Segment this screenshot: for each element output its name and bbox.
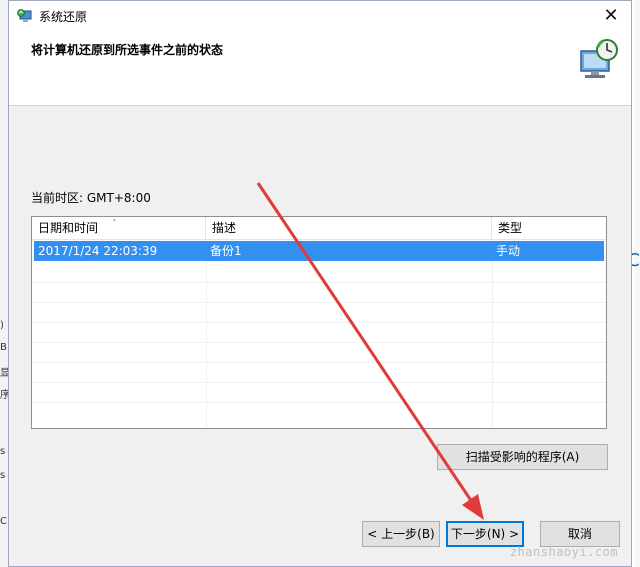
grid-divider bbox=[32, 302, 606, 303]
dialog-header: 将计算机还原到所选事件之前的状态 bbox=[9, 31, 631, 106]
system-restore-dialog: 系统还原 ✕ 将计算机还原到所选事件之前的状态 当前时区: GMT+8:00 日… bbox=[8, 0, 632, 567]
table-row[interactable]: 2017/1/24 22:03:39 备份1 手动 bbox=[34, 241, 604, 261]
window-title: 系统还原 bbox=[39, 10, 88, 24]
bg-fragment: s bbox=[0, 470, 6, 481]
bg-fragment: B bbox=[0, 342, 7, 353]
grid-divider bbox=[492, 240, 493, 428]
back-button[interactable]: < 上一步(B) bbox=[362, 521, 440, 547]
column-label: 类型 bbox=[498, 221, 523, 235]
row-datetime: 2017/1/24 22:03:39 bbox=[38, 244, 158, 258]
next-button[interactable]: 下一步(N) > bbox=[446, 521, 524, 547]
instruction-text: 将计算机还原到所选事件之前的状态 bbox=[31, 43, 224, 57]
title-bar[interactable]: 系统还原 ✕ bbox=[9, 1, 631, 31]
system-restore-icon bbox=[17, 9, 32, 22]
grid-divider bbox=[32, 322, 606, 323]
column-label: 描述 bbox=[212, 221, 237, 235]
grid-divider bbox=[32, 382, 606, 383]
restore-point-list[interactable]: 日期和时间 ˅ 描述 类型 2017/1/24 22:03:39 备份1 手动 bbox=[31, 216, 607, 429]
close-icon: ✕ bbox=[603, 5, 619, 26]
column-header-datetime[interactable]: 日期和时间 ˅ bbox=[32, 217, 206, 239]
bg-fragment: s bbox=[0, 446, 6, 457]
list-body: 2017/1/24 22:03:39 备份1 手动 bbox=[32, 240, 606, 428]
list-header: 日期和时间 ˅ 描述 类型 bbox=[32, 217, 606, 240]
column-header-description[interactable]: 描述 bbox=[206, 217, 492, 239]
watermark: zhanshaoyi.com bbox=[509, 545, 618, 559]
grid-divider bbox=[206, 240, 207, 428]
grid-divider bbox=[32, 342, 606, 343]
grid-divider bbox=[32, 362, 606, 363]
sort-arrow-icon: ˅ bbox=[112, 219, 117, 229]
column-label: 日期和时间 bbox=[38, 221, 99, 235]
bg-fragment: C bbox=[0, 516, 7, 527]
scan-affected-programs-button[interactable]: 扫描受影响的程序(A) bbox=[437, 444, 608, 470]
row-type: 手动 bbox=[496, 244, 521, 258]
background-window-right: C bbox=[627, 0, 640, 567]
row-description: 备份1 bbox=[210, 244, 242, 258]
grid-divider bbox=[32, 282, 606, 283]
restore-computer-icon bbox=[580, 39, 618, 78]
bg-fragment: ) bbox=[0, 320, 4, 331]
timezone-label: 当前时区: GMT+8:00 bbox=[31, 191, 151, 205]
close-button[interactable]: ✕ bbox=[591, 1, 631, 31]
column-header-type[interactable]: 类型 bbox=[492, 217, 606, 239]
grid-divider bbox=[32, 402, 606, 403]
cancel-button[interactable]: 取消 bbox=[540, 521, 620, 547]
